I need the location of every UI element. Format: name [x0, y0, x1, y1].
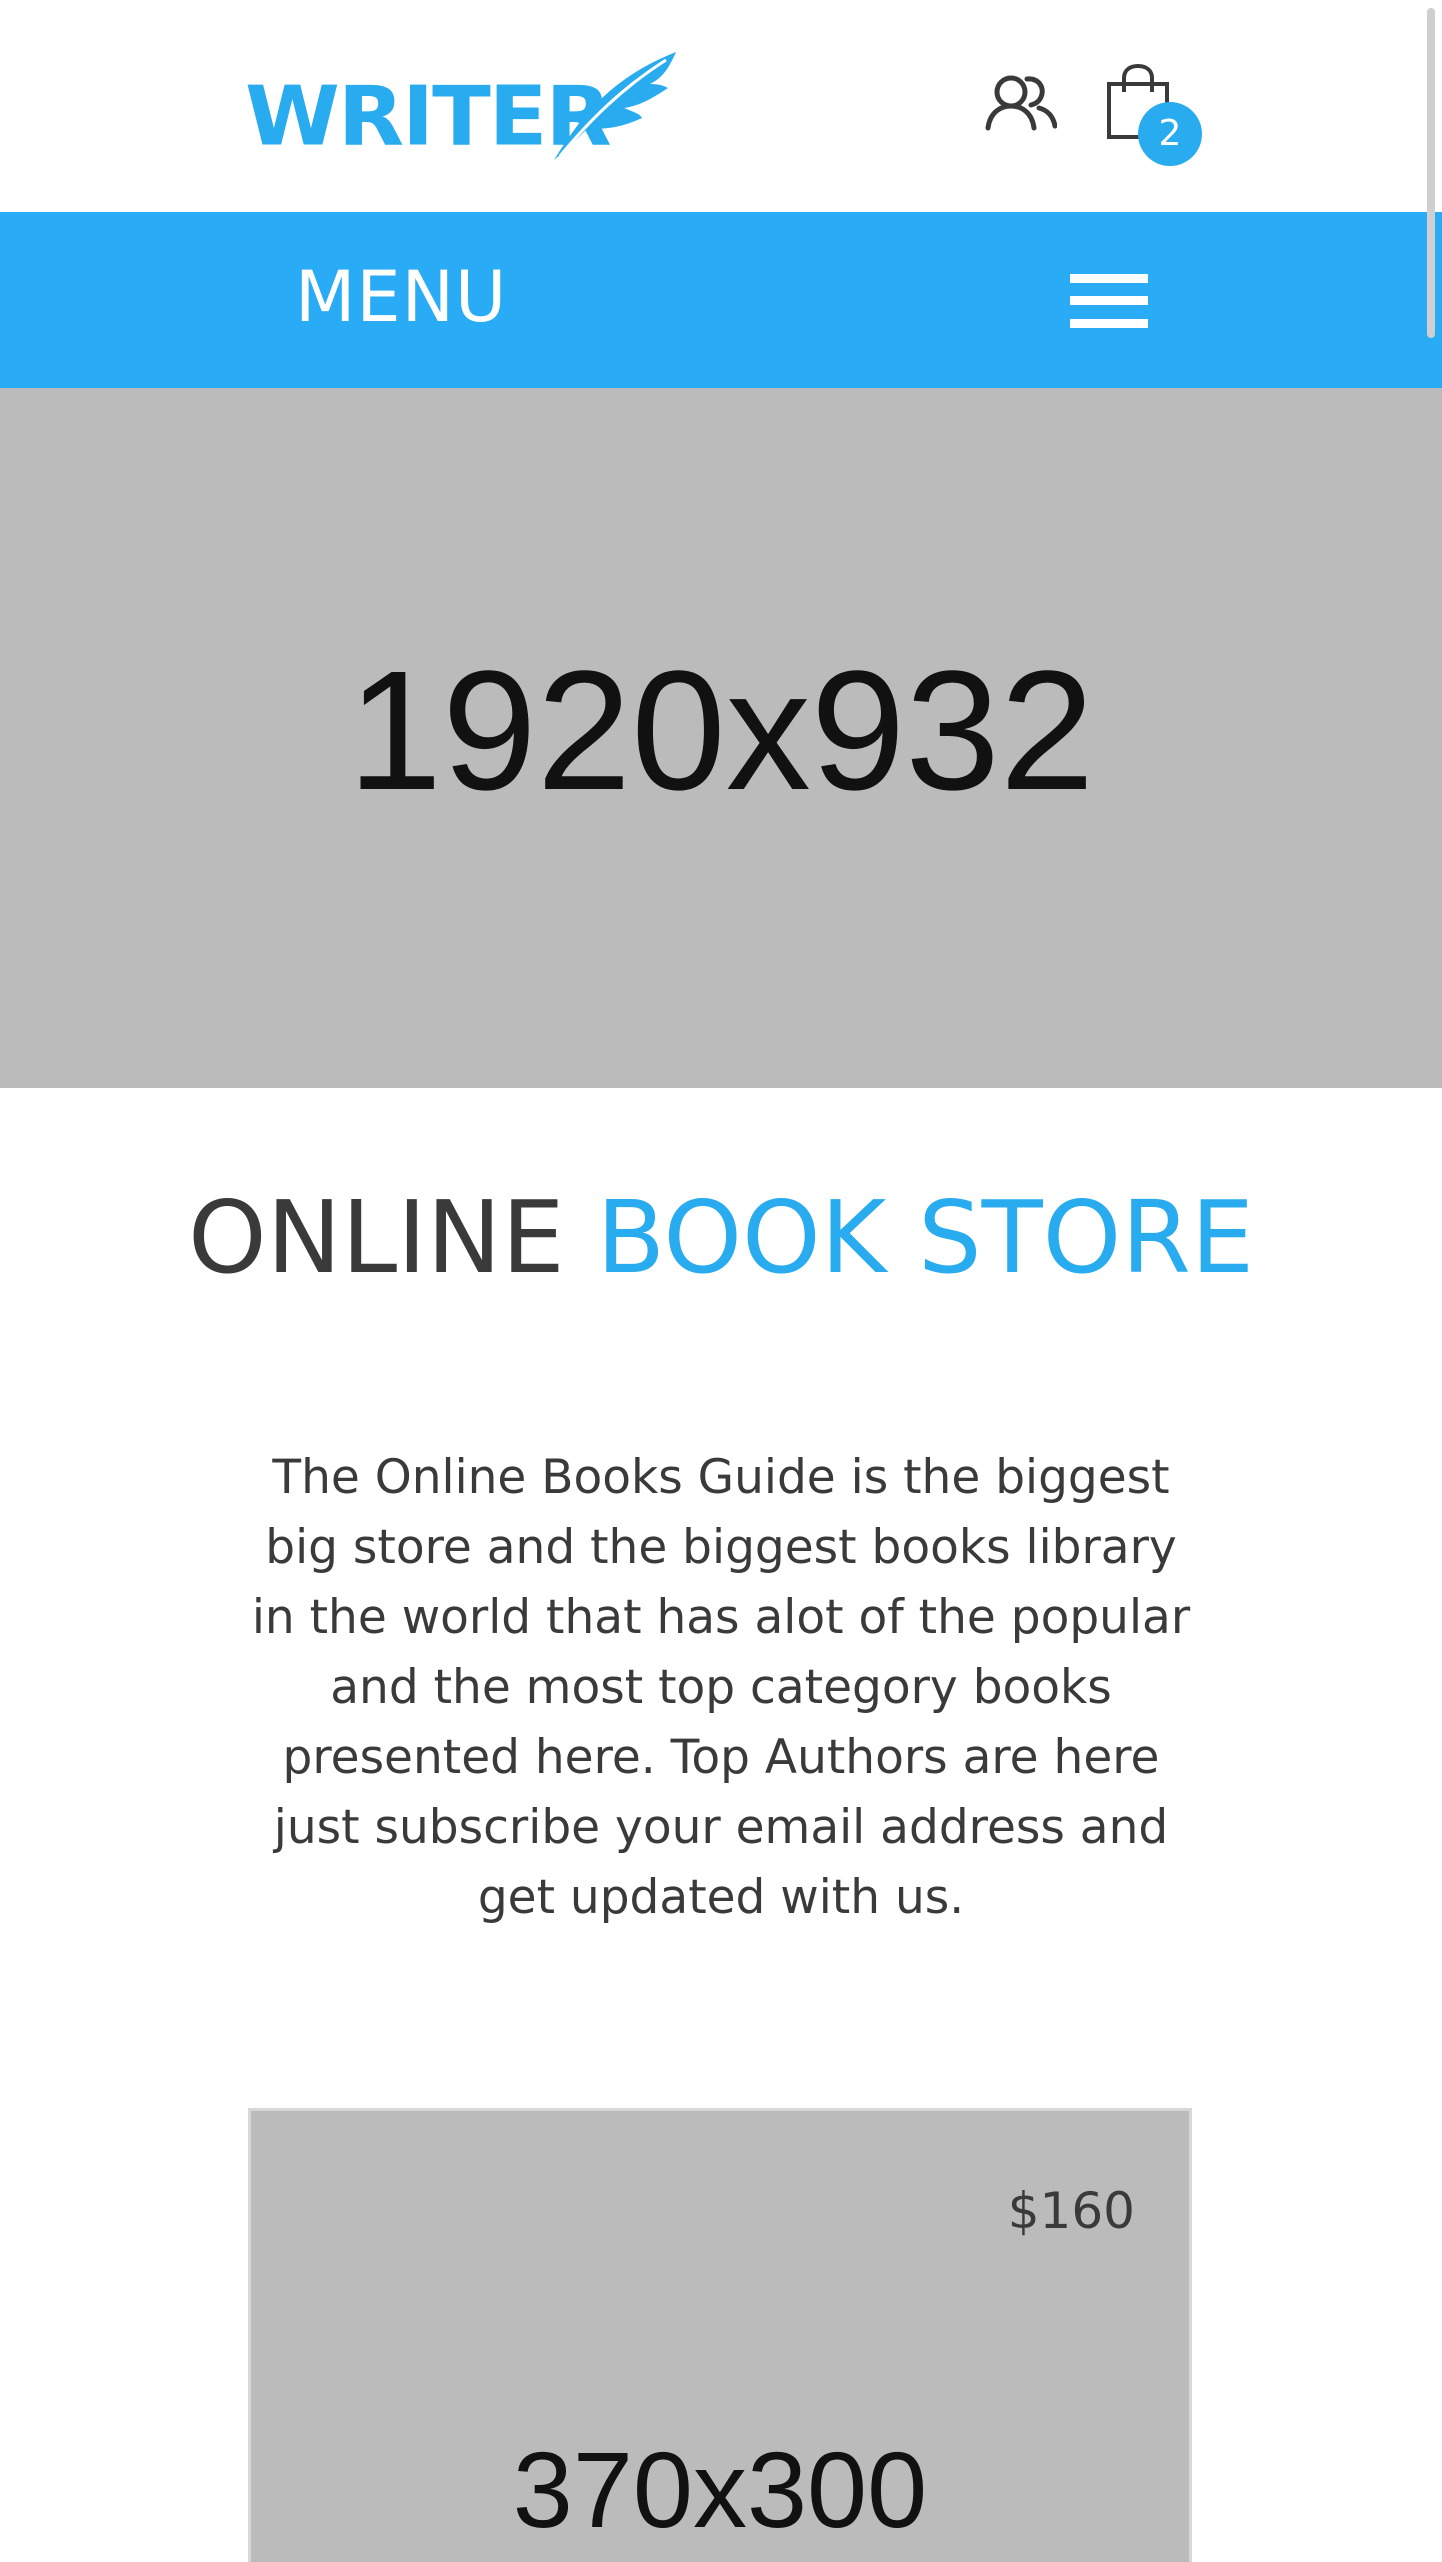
main-menu-bar: MENU: [0, 212, 1442, 388]
feather-icon: [554, 52, 676, 160]
site-logo[interactable]: WRITER: [245, 48, 676, 163]
product-image-placeholder-label: 370x300: [512, 2429, 928, 2550]
hamburger-icon[interactable]: [1070, 274, 1148, 328]
menu-label[interactable]: MENU: [295, 262, 507, 332]
section-title-part1: ONLINE: [187, 1179, 565, 1296]
section-description: The Online Books Guide is the biggest bi…: [251, 1450, 1191, 1925]
hero-placeholder-label: 1920x932: [347, 636, 1095, 826]
cart-count-badge: 2: [1138, 102, 1202, 166]
hero-image-placeholder: 1920x932: [0, 388, 1442, 1088]
page: WRITER 2 MENU 1920x932 ONLINE BOOK STORE…: [0, 0, 1442, 2562]
product-card[interactable]: $160 370x300: [248, 2108, 1192, 2562]
cart-button[interactable]: 2: [1106, 64, 1202, 168]
section-title: ONLINE BOOK STORE: [150, 1180, 1292, 1295]
section-title-part2: BOOK STORE: [596, 1179, 1255, 1296]
site-header: WRITER 2: [0, 0, 1442, 212]
product-price: $160: [1007, 2182, 1135, 2240]
scrollbar[interactable]: [1424, 0, 1442, 2562]
scrollbar-thumb[interactable]: [1427, 8, 1435, 338]
user-account-icon[interactable]: [985, 72, 1058, 132]
